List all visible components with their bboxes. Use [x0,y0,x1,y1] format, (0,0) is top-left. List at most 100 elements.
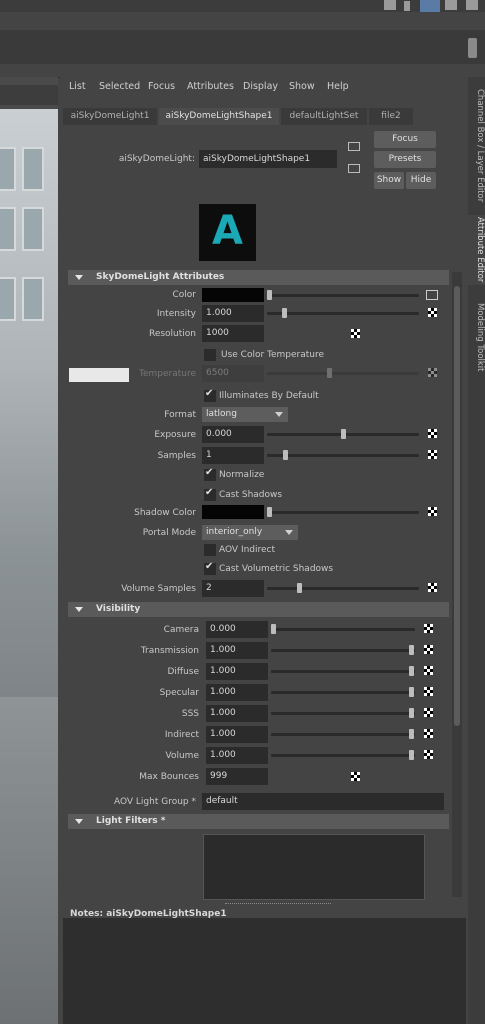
aov-light-group-field[interactable]: default [202,793,444,810]
node-name-field[interactable]: aiSkyDomeLightShape1 [199,150,337,168]
map-checker-icon[interactable] [428,450,437,459]
ae-scrollbar[interactable] [452,272,462,897]
tab-attribute-editor[interactable]: Attribute Editor [468,215,485,285]
sss-slider[interactable] [271,708,415,718]
map-checker-icon[interactable] [424,666,433,675]
slider-knob[interactable] [409,645,414,655]
viewport[interactable] [0,77,58,1024]
slider-knob[interactable] [267,290,272,300]
specular-field[interactable]: 1.000 [206,684,268,701]
slider-knob[interactable] [409,687,414,697]
menu-selected[interactable]: Selected [99,81,140,92]
menu-list[interactable]: List [69,81,86,92]
map-checker-icon[interactable] [424,750,433,759]
map-checker-icon[interactable] [428,308,437,317]
camera-field[interactable]: 0.000 [206,621,268,638]
volume-slider[interactable] [271,750,415,760]
map-checker-icon[interactable] [424,687,433,696]
section-skydome-attributes[interactable]: SkyDomeLight Attributes [68,270,449,285]
section-light-filters[interactable]: Light Filters * [68,814,449,829]
sss-field[interactable]: 1.000 [206,705,268,722]
section-visibility[interactable]: Visibility [68,602,449,617]
light-filters-list[interactable] [203,834,425,900]
menu-attributes[interactable]: Attributes [187,81,234,92]
specular-slider[interactable] [271,687,415,697]
slider-knob[interactable] [282,308,287,318]
tool-icon[interactable] [384,0,396,10]
volume-samples-slider[interactable] [267,583,419,593]
load-output-icon[interactable] [348,164,360,173]
camera-slider[interactable] [271,624,415,634]
map-checker-icon[interactable] [428,429,437,438]
menu-display[interactable]: Display [243,81,278,92]
map-checker-icon[interactable] [351,772,360,781]
cast-volumetric-shadows-checkbox[interactable] [204,561,216,575]
diffuse-field[interactable]: 1.000 [206,663,268,680]
volume-samples-field[interactable]: 2 [202,580,264,597]
hide-button[interactable]: Hide [406,172,436,189]
intensity-field[interactable]: 1.000 [202,305,264,322]
map-button-icon[interactable] [426,290,438,300]
layout-icon[interactable] [420,0,440,12]
samples-slider[interactable] [267,450,419,460]
map-checker-icon[interactable] [428,507,437,516]
indirect-field[interactable]: 1.000 [206,726,268,743]
volume-field[interactable]: 1.000 [206,747,268,764]
use-color-temperature-checkbox[interactable] [204,349,216,361]
color-swatch[interactable] [202,288,264,302]
map-checker-icon[interactable] [428,583,437,592]
slider-knob[interactable] [409,708,414,718]
shadow-color-swatch[interactable] [202,505,264,519]
shelf-scroll-icon[interactable] [468,38,477,58]
slider-knob[interactable] [297,583,302,593]
map-checker-icon[interactable] [424,624,433,633]
indirect-slider[interactable] [271,729,415,739]
map-checker-icon[interactable] [351,329,360,338]
format-dropdown[interactable]: latlong [202,407,288,422]
pin-icon[interactable] [404,1,410,11]
notes-field[interactable] [63,918,466,1024]
cast-shadows-checkbox[interactable] [204,487,216,501]
slider-knob[interactable] [267,507,272,517]
diffuse-slider[interactable] [271,666,415,676]
tab-file2[interactable]: file2 [369,108,413,125]
map-checker-icon[interactable] [424,645,433,654]
slider-knob[interactable] [283,450,288,460]
tab-aiskydomelightshape1[interactable]: aiSkyDomeLightShape1 [159,108,279,125]
tab-defaultlightset[interactable]: defaultLightSet [281,108,367,125]
tab-modeling-toolkit[interactable]: Modeling Toolkit [468,299,485,375]
shadow-color-slider[interactable] [267,507,419,517]
slider-knob[interactable] [409,666,414,676]
focus-button[interactable]: Focus [374,131,436,148]
aov-indirect-checkbox[interactable] [204,544,216,556]
slider-knob[interactable] [409,750,414,760]
illuminates-by-default-checkbox[interactable] [204,388,216,402]
scrollbar-thumb[interactable] [454,286,460,726]
exposure-slider[interactable] [267,429,419,439]
exposure-field[interactable]: 0.000 [202,426,264,443]
map-checker-icon[interactable] [424,708,433,717]
portal-mode-dropdown[interactable]: interior_only [202,525,298,540]
transmission-field[interactable]: 1.000 [206,642,268,659]
show-button[interactable]: Show [374,172,404,189]
menu-show[interactable]: Show [289,81,315,92]
transmission-slider[interactable] [271,645,415,655]
notes-divider[interactable] [225,903,331,906]
menu-help[interactable]: Help [327,81,349,92]
resolution-field[interactable]: 1000 [202,325,264,342]
color-slider[interactable] [267,290,419,300]
grid-icon[interactable] [445,0,457,10]
intensity-slider[interactable] [267,308,419,318]
menu-focus[interactable]: Focus [148,81,175,92]
tab-aiskydomelight1[interactable]: aiSkyDomeLight1 [63,108,157,125]
slider-knob[interactable] [409,729,414,739]
map-checker-icon[interactable] [424,729,433,738]
presets-button[interactable]: Presets [374,151,436,168]
max-bounces-field[interactable]: 999 [206,768,268,785]
slider-knob[interactable] [271,624,276,634]
normalize-checkbox[interactable] [204,467,216,481]
samples-field[interactable]: 1 [202,447,264,464]
layers-icon[interactable] [466,0,478,10]
tab-channel-box-layer-editor[interactable]: Channel Box / Layer Editor [468,83,485,209]
load-input-icon[interactable] [348,142,360,151]
